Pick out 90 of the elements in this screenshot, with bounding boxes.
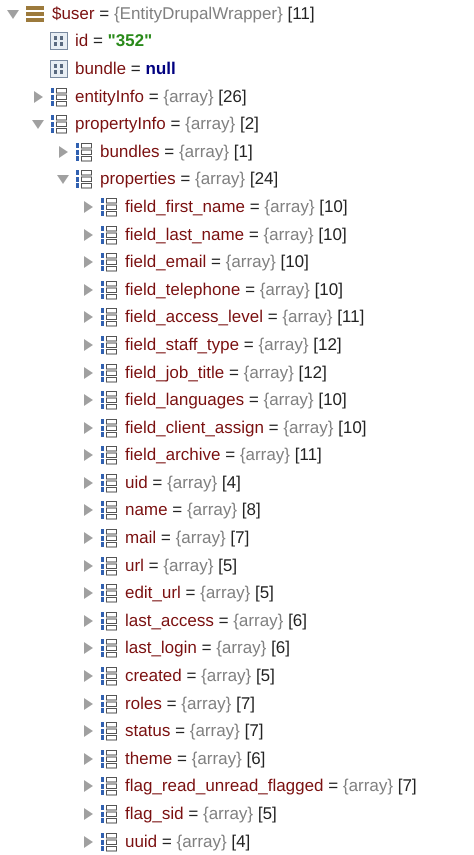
node-label: flag_sid = {array} [5] bbox=[125, 804, 277, 824]
primitive-icon bbox=[50, 60, 68, 78]
array-icon bbox=[100, 528, 118, 548]
node-label: field_staff_type = {array} [12] bbox=[125, 334, 342, 355]
array-icon bbox=[100, 556, 118, 576]
node-label: last_login = {array} [6] bbox=[125, 638, 290, 658]
array-icon bbox=[50, 114, 68, 134]
expand-arrow-icon[interactable] bbox=[81, 696, 95, 711]
expand-arrow-icon[interactable] bbox=[81, 669, 95, 684]
expand-arrow-icon[interactable] bbox=[81, 641, 95, 656]
node-label: flag_read_unread_flagged = {array} [7] bbox=[125, 776, 417, 796]
primitive-icon bbox=[50, 32, 68, 50]
array-icon bbox=[100, 721, 118, 742]
array-icon bbox=[100, 472, 118, 493]
node-label: created = {array} [5] bbox=[125, 666, 275, 686]
expand-arrow-icon[interactable] bbox=[81, 476, 95, 490]
node-label: url = {array} [5] bbox=[125, 556, 238, 576]
object-icon bbox=[25, 4, 45, 23]
expand-arrow-icon[interactable] bbox=[81, 448, 95, 462]
expand-arrow-icon[interactable] bbox=[81, 752, 95, 766]
node-label: status = {array} [7] bbox=[125, 721, 264, 742]
expand-arrow-icon[interactable] bbox=[81, 366, 95, 380]
node-label: uuid = {array} [4] bbox=[125, 832, 250, 852]
array-icon bbox=[100, 500, 118, 520]
expand-arrow-icon[interactable] bbox=[81, 531, 95, 546]
array-icon bbox=[100, 666, 118, 686]
node-label: field_languages = {array} [10] bbox=[125, 390, 347, 410]
array-icon bbox=[100, 583, 118, 604]
array-icon bbox=[100, 418, 118, 438]
expand-arrow-icon[interactable] bbox=[81, 558, 95, 573]
array-icon bbox=[100, 748, 118, 769]
array-icon bbox=[100, 390, 118, 410]
array-icon bbox=[100, 610, 118, 631]
array-icon bbox=[75, 169, 93, 190]
array-icon bbox=[75, 142, 93, 162]
node-label: uid = {array} [4] bbox=[125, 472, 241, 493]
array-icon bbox=[100, 252, 118, 272]
array-icon bbox=[100, 694, 118, 714]
expand-arrow-icon[interactable] bbox=[81, 586, 95, 600]
node-label: bundle = null bbox=[75, 58, 176, 79]
node-label: propertyInfo = {array} [2] bbox=[75, 114, 259, 134]
expand-arrow-icon[interactable] bbox=[56, 144, 70, 159]
node-label: field_job_title = {array} [12] bbox=[125, 362, 327, 383]
array-icon bbox=[100, 280, 118, 300]
node-label: field_archive = {array} [11] bbox=[125, 445, 322, 466]
node-label: field_client_assign = {array} [10] bbox=[125, 418, 367, 438]
array-icon bbox=[50, 86, 68, 107]
node-label: $user = {EntityDrupalWrapper} [11] bbox=[52, 4, 315, 24]
node-label: id = "352" bbox=[75, 31, 152, 52]
expand-arrow-icon[interactable] bbox=[81, 614, 95, 628]
collapse-arrow-icon[interactable] bbox=[56, 172, 70, 186]
array-icon bbox=[100, 445, 118, 466]
node-label: bundles = {array} [1] bbox=[100, 142, 253, 162]
array-icon bbox=[100, 804, 118, 824]
expand-arrow-icon[interactable] bbox=[81, 310, 95, 324]
array-icon bbox=[100, 638, 118, 658]
node-label: edit_url = {array} [5] bbox=[125, 583, 274, 604]
expand-arrow-icon[interactable] bbox=[31, 90, 45, 104]
expand-arrow-icon[interactable] bbox=[81, 200, 95, 214]
array-icon bbox=[100, 832, 118, 852]
node-label: last_access = {array} [6] bbox=[125, 610, 307, 631]
node-label: roles = {array} [7] bbox=[125, 694, 255, 714]
array-icon bbox=[100, 776, 118, 796]
expand-arrow-icon[interactable] bbox=[81, 724, 95, 738]
collapse-arrow-icon[interactable] bbox=[31, 117, 45, 132]
expand-arrow-icon[interactable] bbox=[81, 255, 95, 270]
node-label: field_access_level = {array} [11] bbox=[125, 307, 364, 328]
expand-arrow-icon[interactable] bbox=[81, 393, 95, 408]
expand-arrow-icon[interactable] bbox=[81, 282, 95, 297]
node-label: entityInfo = {array} [26] bbox=[75, 86, 247, 107]
expand-arrow-icon[interactable] bbox=[81, 420, 95, 435]
array-icon bbox=[100, 334, 118, 355]
expand-arrow-icon[interactable] bbox=[81, 503, 95, 518]
expand-arrow-icon[interactable] bbox=[81, 779, 95, 794]
expand-arrow-icon[interactable] bbox=[81, 834, 95, 849]
expand-arrow-icon[interactable] bbox=[81, 807, 95, 822]
node-label: name = {array} [8] bbox=[125, 500, 261, 520]
node-label: properties = {array} [24] bbox=[100, 169, 278, 190]
node-label: field_first_name = {array} [10] bbox=[125, 196, 348, 217]
array-icon bbox=[100, 362, 118, 383]
expand-arrow-icon[interactable] bbox=[81, 228, 95, 242]
array-icon bbox=[100, 224, 118, 245]
node-label: field_email = {array} [10] bbox=[125, 252, 309, 272]
node-label: mail = {array} [7] bbox=[125, 528, 250, 548]
node-label: theme = {array} [6] bbox=[125, 748, 266, 769]
expand-arrow-icon[interactable] bbox=[81, 338, 95, 352]
array-icon bbox=[100, 196, 118, 217]
node-label: field_last_name = {array} [10] bbox=[125, 224, 347, 245]
array-icon bbox=[100, 307, 118, 328]
node-label: field_telephone = {array} [10] bbox=[125, 280, 343, 300]
